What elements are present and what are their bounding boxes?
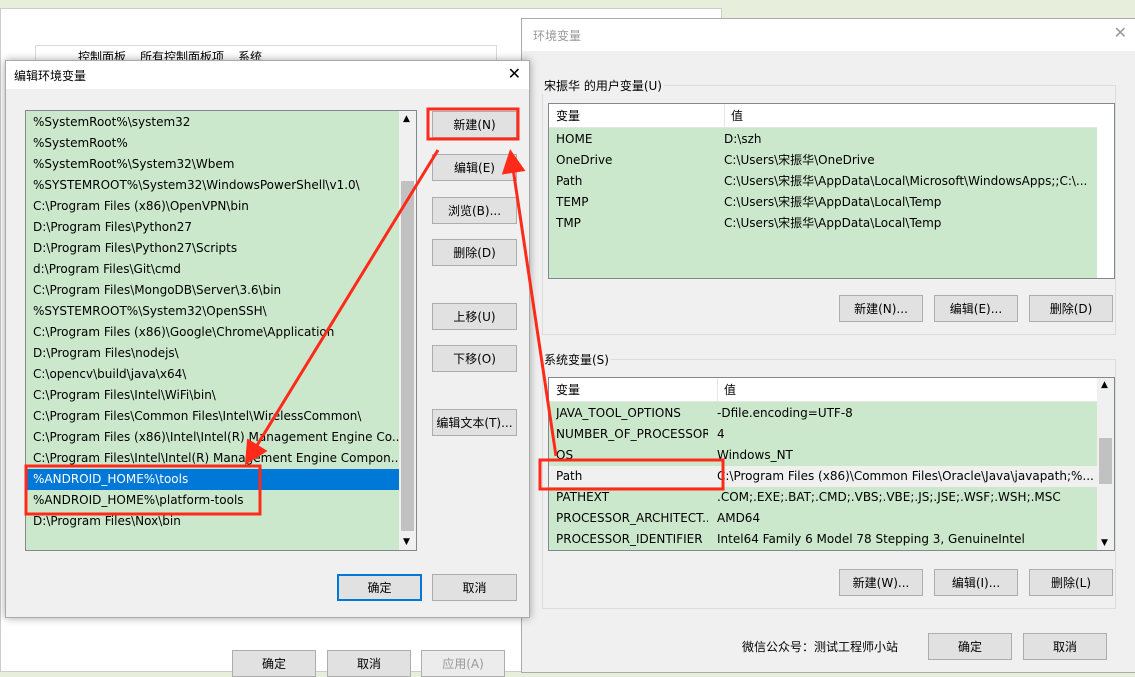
arrow	[501, 149, 558, 457]
highlight-box	[24, 464, 262, 516]
highlight-box	[426, 107, 520, 141]
highlight-box	[538, 458, 725, 491]
annotation-overlay	[24, 107, 725, 516]
arrow	[244, 149, 440, 466]
